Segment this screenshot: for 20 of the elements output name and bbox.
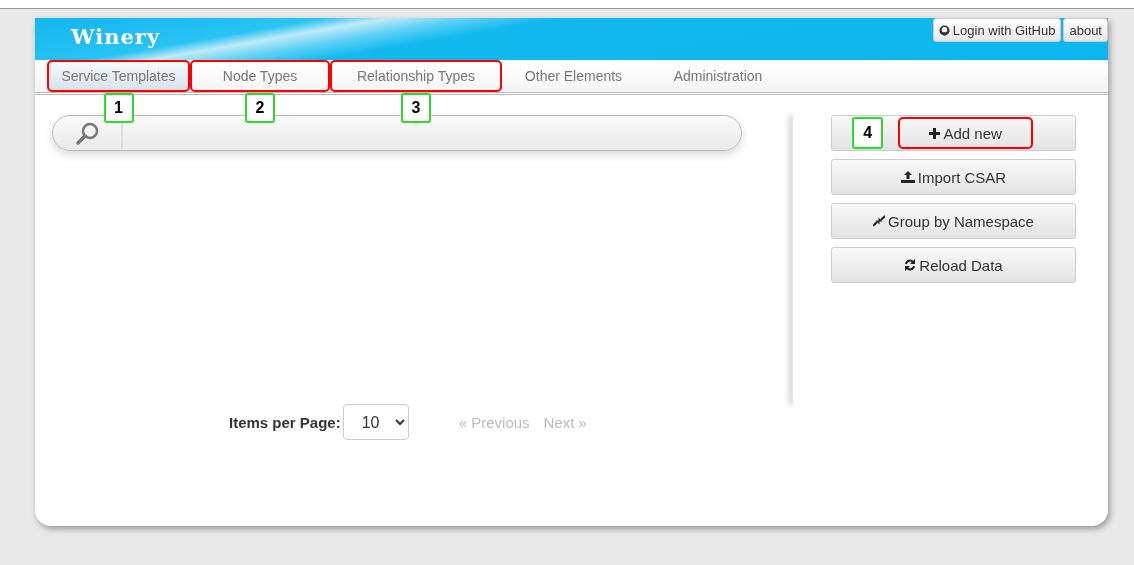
step-number: 2: [245, 93, 275, 123]
action-button[interactable]: Reload Data: [831, 247, 1076, 283]
items-per-page-label: Items per Page:: [229, 413, 341, 431]
step-number: 3: [401, 93, 431, 123]
nav-tab[interactable]: Other Elements: [502, 60, 645, 92]
shrink-icon: [873, 215, 886, 227]
page-size-select[interactable]: 10: [342, 404, 409, 440]
refresh-icon: [904, 259, 917, 271]
action-button[interactable]: 4 Add new: [831, 115, 1076, 151]
action-button[interactable]: Group by Namespace: [831, 203, 1076, 239]
nav-tab[interactable]: Administration: [645, 60, 791, 92]
step-number: 4: [852, 117, 884, 149]
action-button[interactable]: Import CSAR: [831, 159, 1076, 195]
step-number: 1: [103, 93, 134, 123]
search-field[interactable]: [52, 115, 742, 151]
app-title: Winery: [71, 24, 161, 49]
plus-icon: [929, 127, 941, 139]
about-link[interactable]: about: [1063, 18, 1108, 42]
login-link[interactable]: Login with GitHub: [932, 18, 1062, 42]
upload-icon: [900, 171, 915, 183]
